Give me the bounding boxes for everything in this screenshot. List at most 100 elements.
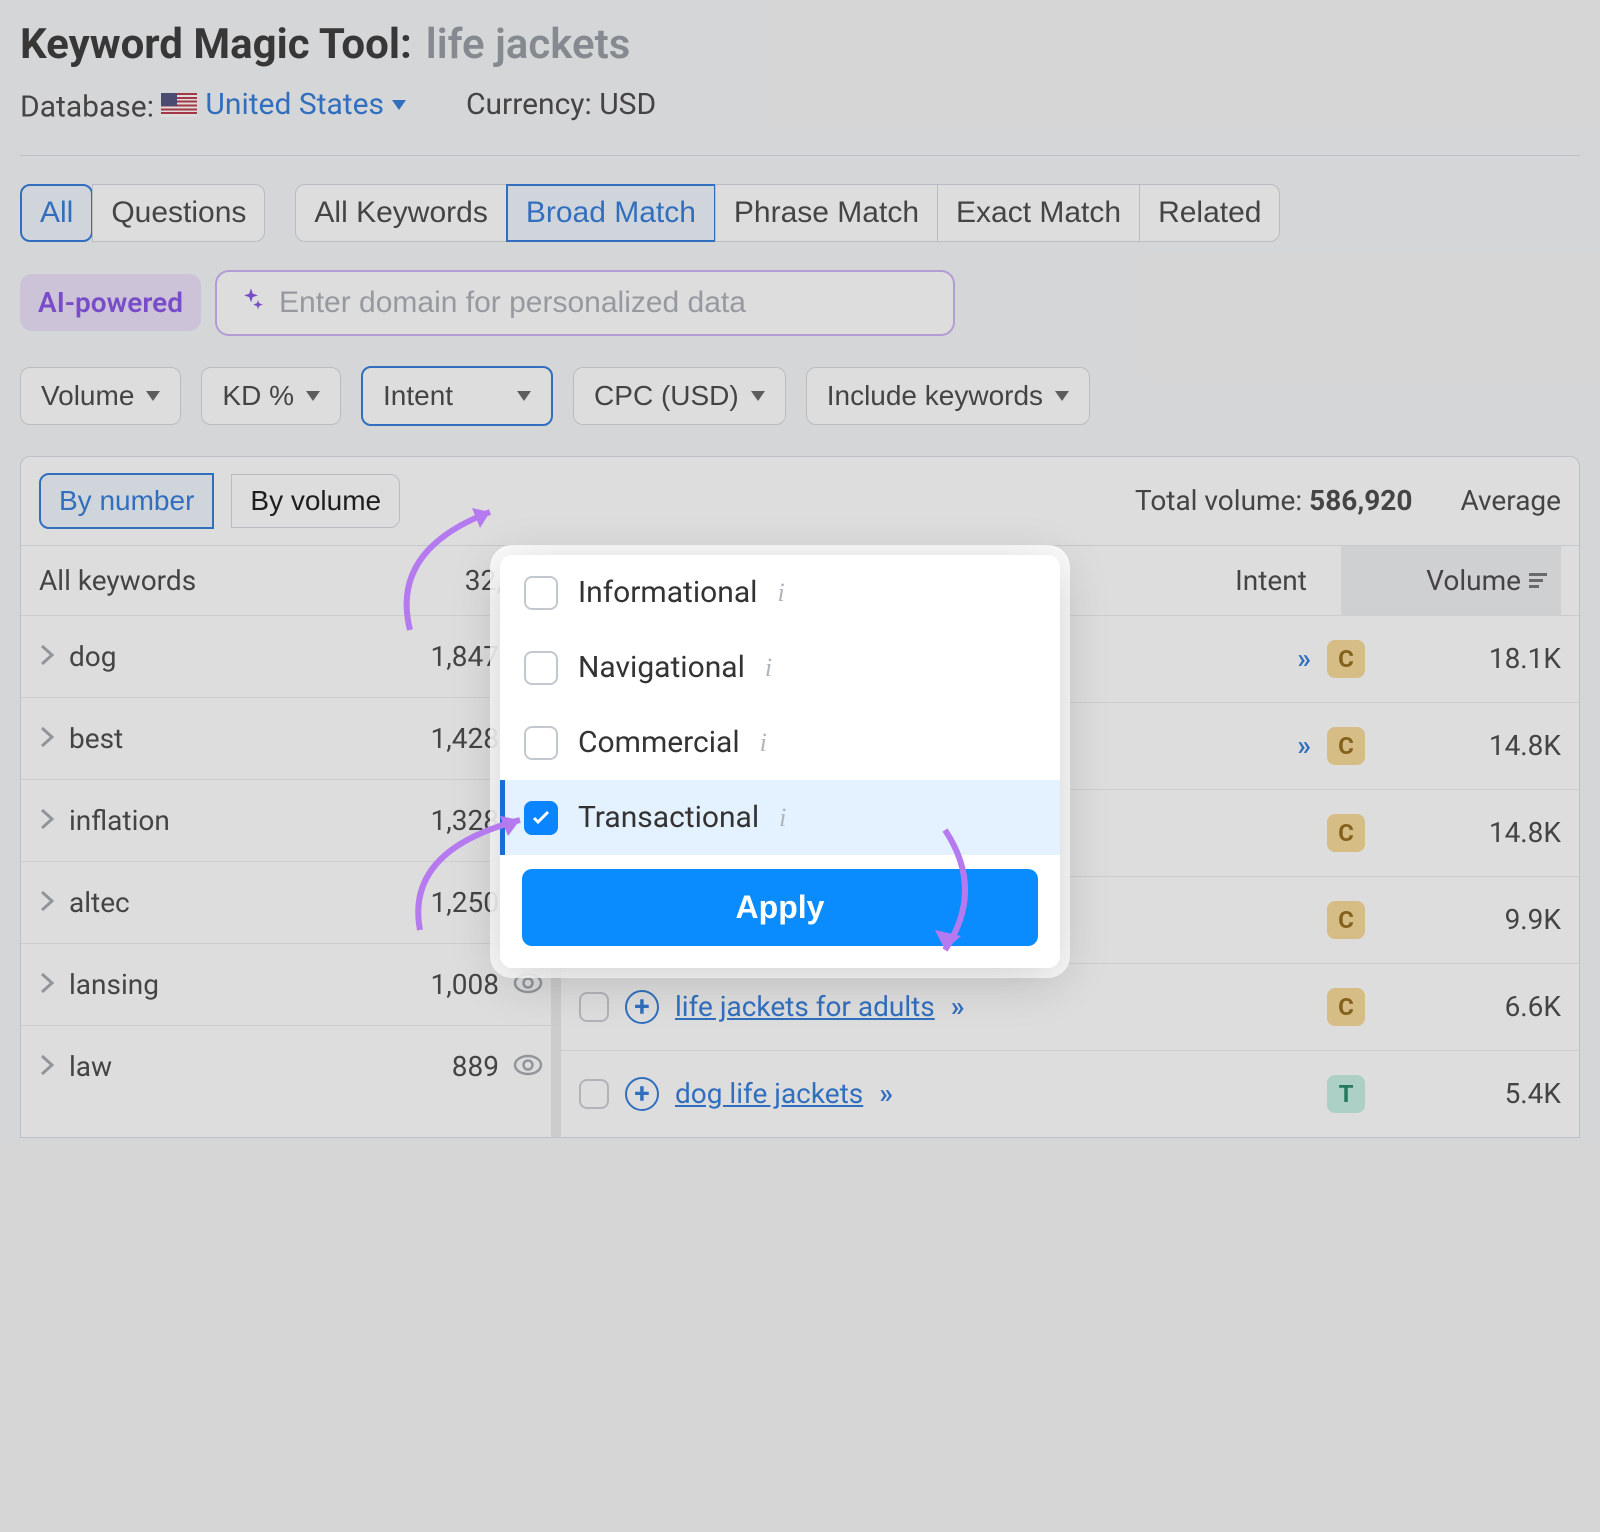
intent-option-label: Informational bbox=[578, 575, 757, 610]
checkbox[interactable] bbox=[524, 576, 558, 610]
tab-exact-match[interactable]: Exact Match bbox=[937, 184, 1140, 242]
group-count: 889 bbox=[389, 1050, 499, 1083]
total-volume: Total volume: 586,920 bbox=[1135, 484, 1412, 517]
col-volume[interactable]: Volume bbox=[1341, 546, 1561, 615]
intent-option[interactable]: Commercial i bbox=[500, 705, 1060, 780]
add-icon[interactable]: + bbox=[625, 1077, 659, 1111]
page-title: Keyword Magic Tool: life jackets bbox=[20, 20, 1580, 69]
keyword-result-row: + dog life jackets » T 5.4K bbox=[561, 1050, 1579, 1137]
intent-option-label: Commercial bbox=[578, 725, 740, 760]
filter-volume[interactable]: Volume bbox=[20, 367, 181, 425]
add-icon[interactable]: + bbox=[625, 990, 659, 1024]
sort-desc-icon bbox=[1529, 573, 1547, 588]
domain-input[interactable] bbox=[279, 286, 933, 320]
database-label: Database: bbox=[20, 90, 154, 125]
group-name: lansing bbox=[69, 968, 375, 1001]
checkbox[interactable] bbox=[524, 801, 558, 835]
chevron-down-icon bbox=[1055, 391, 1069, 401]
tab-all[interactable]: All bbox=[20, 184, 93, 242]
eye-icon[interactable] bbox=[513, 1050, 543, 1083]
chevron-down-icon bbox=[392, 100, 406, 110]
volume-value: 18.1K bbox=[1381, 642, 1561, 675]
database-picker[interactable]: Database: United States bbox=[20, 87, 406, 125]
currency-value: USD bbox=[599, 87, 656, 122]
filter-cpc[interactable]: CPC (USD) bbox=[573, 367, 786, 425]
tab-broad-match[interactable]: Broad Match bbox=[506, 184, 716, 242]
chevron-right-icon bbox=[39, 968, 55, 1001]
ai-powered-pill: AI-powered bbox=[20, 274, 201, 331]
group-count: 1,008 bbox=[389, 968, 499, 1001]
keyword-link[interactable]: dog life jackets bbox=[675, 1077, 863, 1110]
title-prefix: Keyword Magic Tool: bbox=[20, 20, 412, 69]
chevron-right-icon bbox=[39, 1050, 55, 1083]
sort-by-number[interactable]: By number bbox=[39, 473, 214, 529]
checkbox[interactable] bbox=[524, 726, 558, 760]
group-name: best bbox=[69, 722, 375, 755]
eye-icon[interactable] bbox=[513, 968, 543, 1001]
chevron-down-icon bbox=[751, 391, 765, 401]
intent-badge: T bbox=[1327, 1075, 1365, 1113]
keyword-link[interactable]: life jackets for adults bbox=[675, 990, 935, 1023]
chevron-right-icon bbox=[39, 886, 55, 919]
tab-all-keywords[interactable]: All Keywords bbox=[295, 184, 506, 242]
intent-option[interactable]: Transactional i bbox=[500, 780, 1060, 855]
info-icon[interactable]: i bbox=[779, 803, 786, 833]
keyword-group-row[interactable]: inflation 1,328 bbox=[21, 779, 561, 861]
currency-display: Currency: USD bbox=[466, 87, 656, 125]
double-chevron-icon[interactable]: » bbox=[879, 1077, 893, 1110]
group-name: law bbox=[69, 1050, 375, 1083]
keyword-group-row[interactable]: lansing 1,008 bbox=[21, 943, 561, 1025]
tab-questions[interactable]: Questions bbox=[92, 184, 265, 242]
intent-option-label: Navigational bbox=[578, 650, 745, 685]
filter-intent[interactable]: Intent bbox=[361, 366, 553, 426]
keyword-result-row: + life jackets for adults » C 6.6K bbox=[561, 963, 1579, 1050]
group-count: 1,250 bbox=[389, 886, 499, 919]
keyword-group-row[interactable]: dog 1,847 bbox=[21, 615, 561, 697]
chevron-right-icon bbox=[39, 640, 55, 673]
volume-value: 14.8K bbox=[1381, 729, 1561, 762]
intent-option[interactable]: Navigational i bbox=[500, 630, 1060, 705]
chevron-right-icon bbox=[39, 804, 55, 837]
row-checkbox[interactable] bbox=[579, 1079, 609, 1109]
tab-related[interactable]: Related bbox=[1139, 184, 1280, 242]
apply-button[interactable]: Apply bbox=[522, 869, 1038, 946]
double-chevron-icon[interactable]: » bbox=[1297, 729, 1311, 762]
chevron-right-icon bbox=[39, 722, 55, 755]
title-query: life jackets bbox=[426, 20, 631, 69]
sparkle-icon bbox=[237, 286, 265, 320]
filter-include-keywords[interactable]: Include keywords bbox=[806, 367, 1090, 425]
group-count: 1,847 bbox=[389, 640, 499, 673]
chevron-down-icon bbox=[146, 391, 160, 401]
domain-input-wrapper[interactable] bbox=[215, 270, 955, 336]
checkbox[interactable] bbox=[524, 651, 558, 685]
group-name: dog bbox=[69, 640, 375, 673]
database-country: United States bbox=[205, 87, 384, 122]
intent-option-label: Transactional bbox=[578, 800, 759, 835]
keyword-group-row[interactable]: altec 1,250 bbox=[21, 861, 561, 943]
group-count: 1,328 bbox=[389, 804, 499, 837]
chevron-down-icon bbox=[517, 391, 531, 401]
group-name: altec bbox=[69, 886, 375, 919]
volume-value: 14.8K bbox=[1381, 816, 1561, 849]
intent-badge: C bbox=[1327, 988, 1365, 1026]
info-icon[interactable]: i bbox=[765, 653, 772, 683]
keyword-group-row[interactable]: law 889 bbox=[21, 1025, 561, 1107]
sort-by-volume[interactable]: By volume bbox=[231, 474, 400, 528]
info-icon[interactable]: i bbox=[777, 578, 784, 608]
chevron-down-icon bbox=[306, 391, 320, 401]
tab-phrase-match[interactable]: Phrase Match bbox=[715, 184, 938, 242]
group-count: 1,428 bbox=[389, 722, 499, 755]
col-all-keywords: All keywords bbox=[39, 564, 196, 597]
double-chevron-icon[interactable]: » bbox=[951, 990, 965, 1023]
intent-option[interactable]: Informational i bbox=[500, 555, 1060, 630]
intent-dropdown: Informational i Navigational i Commercia… bbox=[500, 555, 1060, 968]
intent-badge: C bbox=[1327, 727, 1365, 765]
row-checkbox[interactable] bbox=[579, 992, 609, 1022]
info-icon[interactable]: i bbox=[760, 728, 767, 758]
keyword-group-row[interactable]: best 1,428 bbox=[21, 697, 561, 779]
volume-value: 6.6K bbox=[1381, 990, 1561, 1023]
intent-badge: C bbox=[1327, 640, 1365, 678]
col-intent[interactable]: Intent bbox=[1201, 564, 1341, 597]
double-chevron-icon[interactable]: » bbox=[1297, 642, 1311, 675]
filter-kd[interactable]: KD % bbox=[201, 367, 341, 425]
